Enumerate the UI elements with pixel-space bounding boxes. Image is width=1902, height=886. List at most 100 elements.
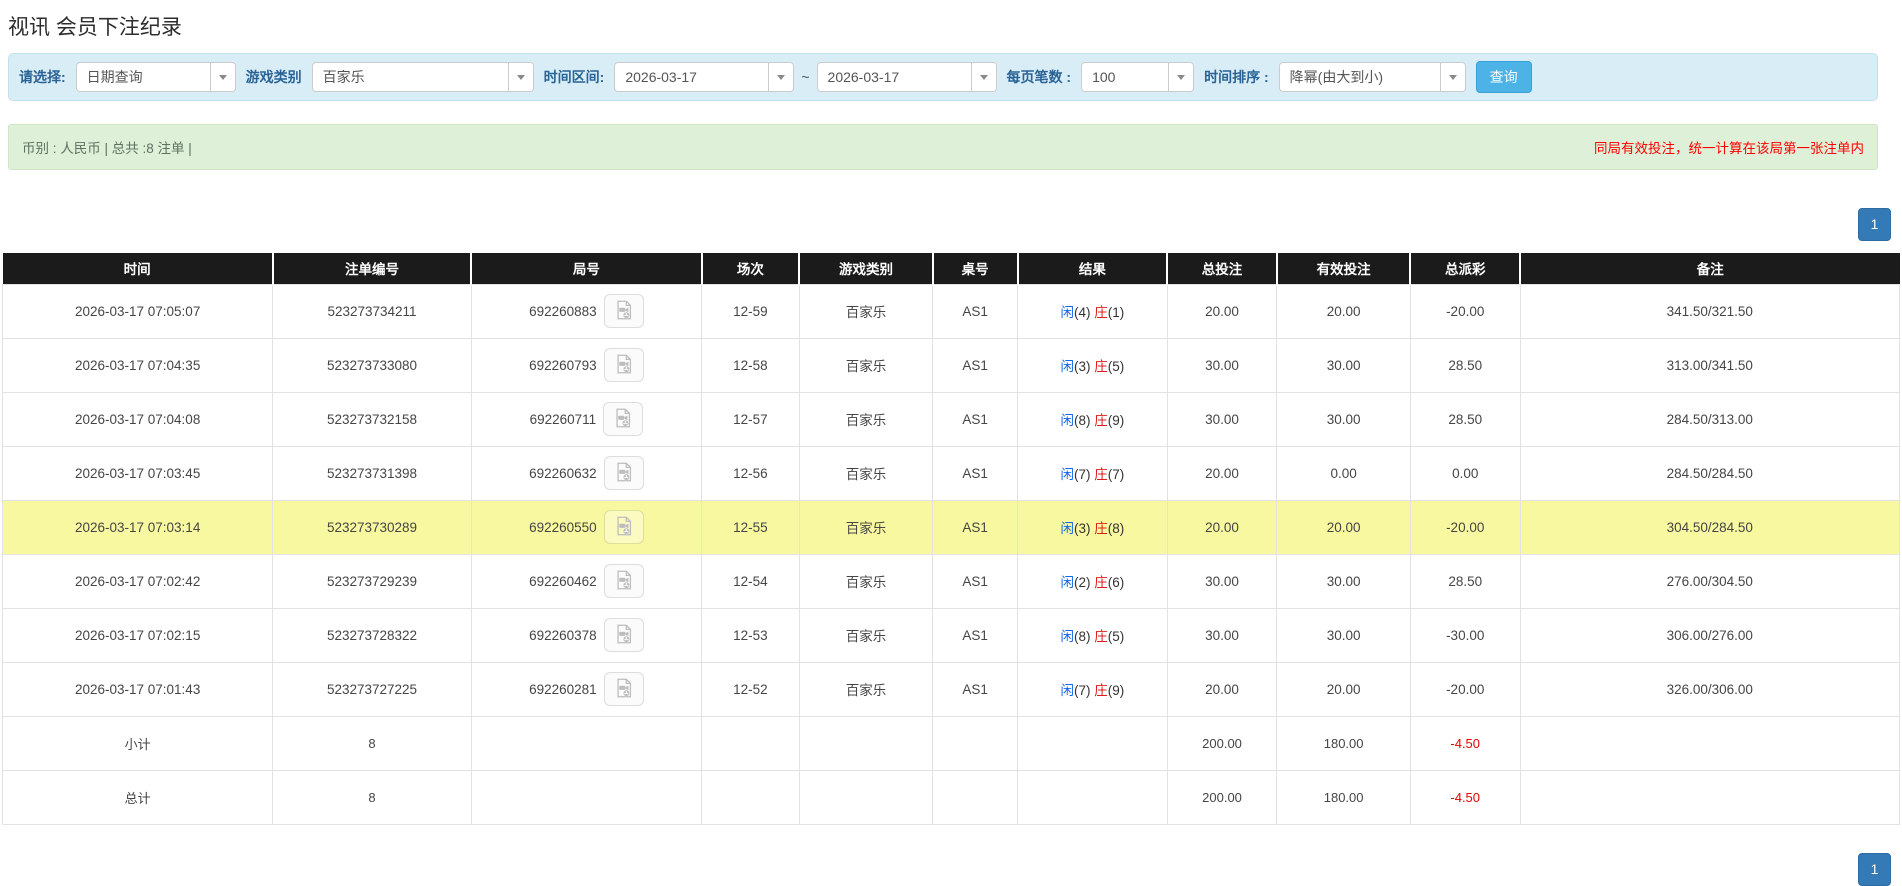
cell-remark: 276.00/304.50 (1519, 553, 1901, 609)
time-range-label: 时间区间: (543, 69, 605, 85)
select-mode-dropdown[interactable]: 日期查询 (75, 62, 236, 92)
page-title: 视讯 会员下注纪录 (8, 16, 182, 39)
subtotal-row-empty (932, 715, 1019, 771)
result-banker-count: (1) (1107, 305, 1125, 320)
round-id-text: 692260632 (529, 465, 597, 481)
pagination-top: 1 (0, 208, 1891, 241)
cell-total-bet[interactable]: 20.00 (1166, 499, 1278, 555)
chevron-down-icon[interactable] (1439, 63, 1465, 91)
total-row-empty (701, 769, 800, 825)
table-row: 2026-03-17 07:05:07 523273734211 692260883… (1, 283, 1901, 339)
cell-bet-id: 523273733080 (272, 337, 472, 393)
cell-payout: -30.00 (1409, 607, 1521, 663)
cell-total-bet[interactable]: 30.00 (1166, 391, 1278, 447)
video-replay-button[interactable] (603, 456, 644, 490)
result-player-count: (7) (1073, 683, 1091, 698)
subtotal-row-total-bet: 200.00 (1166, 715, 1278, 771)
video-replay-icon (612, 299, 636, 324)
result-player-label: 闲 (1060, 629, 1074, 644)
page-size-dropdown[interactable]: 100 (1081, 62, 1195, 92)
date-to-picker[interactable]: 2026-03-17 (816, 62, 997, 92)
date-from-picker[interactable]: 2026-03-17 (614, 62, 795, 92)
video-replay-button[interactable] (603, 564, 644, 598)
round-id-text: 692260793 (529, 357, 597, 373)
chevron-down-icon[interactable] (1168, 63, 1194, 91)
round-id-text: 692260883 (529, 303, 597, 319)
query-button[interactable]: 查询 (1475, 61, 1532, 93)
cell-result: 闲(3) 庄(5) (1017, 337, 1168, 393)
video-replay-button[interactable] (603, 672, 644, 706)
cell-session: 12-52 (701, 661, 800, 717)
cell-session: 12-55 (701, 499, 800, 555)
cell-time: 2026-03-17 07:05:07 (1, 283, 274, 339)
cell-payout: 28.50 (1409, 553, 1521, 609)
chevron-down-icon[interactable] (209, 63, 235, 91)
cell-bet-id: 523273731398 (272, 445, 472, 501)
cell-result: 闲(2) 庄(6) (1017, 553, 1168, 609)
select-mode-value: 日期查询 (86, 69, 143, 85)
subtotal-row-label: 小计 (1, 715, 274, 771)
cell-round-id: 692260378 (470, 607, 703, 663)
sort-order-dropdown[interactable]: 降幂(由大到小) (1278, 62, 1466, 92)
cell-session: 12-53 (701, 607, 800, 663)
result-banker-label: 庄 (1094, 683, 1108, 698)
cell-time: 2026-03-17 07:01:43 (1, 661, 274, 717)
total-row-valid-bet: 180.00 (1276, 769, 1411, 825)
video-replay-button[interactable] (603, 294, 644, 328)
game-type-dropdown[interactable]: 百家乐 (311, 62, 534, 92)
total-row-count: 8 (272, 769, 472, 825)
result-player-label: 闲 (1060, 683, 1074, 698)
cell-payout: -20.00 (1409, 499, 1521, 555)
total-row: 总计 8 200.00 180.00 -4.50 (1, 769, 1901, 825)
result-player-count: (4) (1073, 305, 1091, 320)
total-row-label: 总计 (1, 769, 274, 825)
result-banker-count: (7) (1107, 467, 1125, 482)
cell-game-type: 百家乐 (798, 391, 934, 447)
page-button-1[interactable]: 1 (1858, 852, 1891, 886)
result-banker-label: 庄 (1094, 305, 1108, 320)
game-type-value: 百家乐 (322, 69, 365, 85)
cell-remark: 304.50/284.50 (1519, 499, 1901, 555)
cell-remark: 284.50/284.50 (1519, 445, 1901, 501)
sort-order-label: 时间排序 : (1204, 69, 1269, 85)
subtotal-row-empty (798, 715, 934, 771)
result-player-label: 闲 (1060, 413, 1074, 428)
cell-total-bet[interactable]: 20.00 (1166, 283, 1278, 339)
cell-total-bet[interactable]: 30.00 (1166, 553, 1278, 609)
cell-total-bet[interactable]: 20.00 (1166, 445, 1278, 501)
total-row-payout: -4.50 (1409, 769, 1521, 825)
video-replay-button[interactable] (603, 402, 644, 436)
cell-time: 2026-03-17 07:02:15 (1, 607, 274, 663)
chevron-down-icon[interactable] (768, 63, 794, 91)
video-replay-button[interactable] (603, 348, 644, 382)
video-replay-button[interactable] (603, 510, 644, 544)
round-id-text: 692260462 (529, 573, 597, 589)
cell-session: 12-57 (701, 391, 800, 447)
result-player-count: (7) (1073, 467, 1091, 482)
column-header-5: 桌号 (932, 253, 1019, 284)
result-banker-label: 庄 (1094, 521, 1108, 536)
table-row: 2026-03-17 07:03:45 523273731398 692260632… (1, 445, 1901, 501)
table-row: 2026-03-17 07:01:43 523273727225 692260281… (1, 661, 1901, 717)
result-banker-label: 庄 (1094, 575, 1108, 590)
chevron-down-icon[interactable] (507, 63, 533, 91)
chevron-down-icon[interactable] (970, 63, 996, 91)
subtotal-row-count: 8 (272, 715, 472, 771)
cell-total-bet[interactable]: 20.00 (1166, 661, 1278, 717)
cell-remark: 341.50/321.50 (1519, 283, 1901, 339)
cell-game-type: 百家乐 (798, 661, 934, 717)
date-from-value: 2026-03-17 (625, 69, 697, 85)
result-player-label: 闲 (1060, 467, 1074, 482)
sort-order-value: 降幂(由大到小) (1289, 69, 1383, 85)
column-header-3: 场次 (701, 253, 801, 284)
video-replay-button[interactable] (603, 618, 644, 652)
cell-valid-bet: 0.00 (1276, 445, 1411, 501)
pagination-bottom: 1 (0, 852, 1891, 886)
cell-total-bet[interactable]: 30.00 (1166, 337, 1278, 393)
page-size-value: 100 (1092, 69, 1116, 85)
cell-total-bet[interactable]: 30.00 (1166, 607, 1278, 663)
page-button-1[interactable]: 1 (1858, 208, 1891, 241)
cell-table-no: AS1 (932, 337, 1019, 393)
round-id-text: 692260281 (529, 681, 597, 697)
currency-summary: 币别 : 人民币 | 总共 :8 注单 | (22, 141, 192, 156)
